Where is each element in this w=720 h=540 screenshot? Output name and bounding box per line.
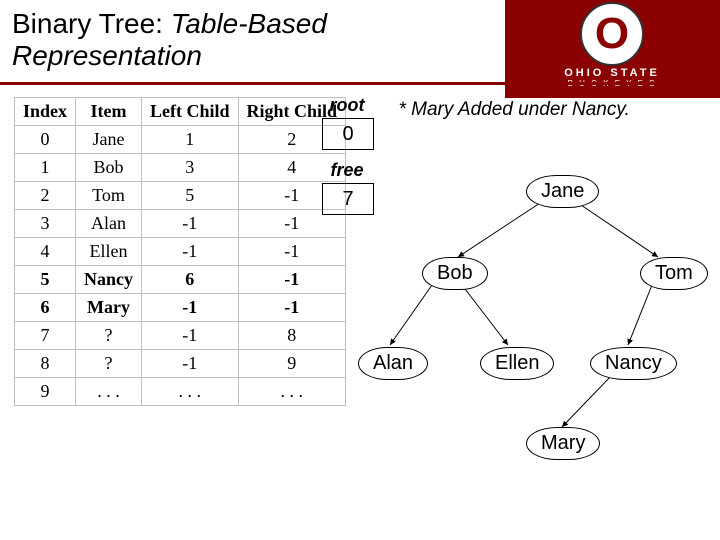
table-cell: Ellen (76, 238, 142, 266)
title-plain: Binary Tree: (12, 8, 171, 39)
table-cell: Bob (76, 154, 142, 182)
table-row: 4Ellen-1-1 (15, 238, 346, 266)
table-row: 1Bob34 (15, 154, 346, 182)
tree-node-bob: Bob (422, 257, 488, 290)
table-cell: -1 (238, 266, 346, 294)
slide-title: Binary Tree: Table-Based Representation (12, 8, 708, 72)
slide-content: Index Item Left Child Right Child 0Jane1… (0, 85, 720, 418)
table-cell: -1 (142, 322, 239, 350)
table-cell: . . . (76, 378, 142, 406)
table-row: 0Jane12 (15, 126, 346, 154)
table-row: 8?-19 (15, 350, 346, 378)
table-cell: 1 (142, 126, 239, 154)
table-cell: 2 (15, 182, 76, 210)
table-cell: 7 (15, 322, 76, 350)
tree-edges (340, 165, 720, 525)
table-cell: ? (76, 322, 142, 350)
table-cell: -1 (142, 210, 239, 238)
table-cell: ? (76, 350, 142, 378)
table-cell: 9 (238, 350, 346, 378)
table-row: 5Nancy6-1 (15, 266, 346, 294)
slide-title-bar: Binary Tree: Table-Based Representation (0, 0, 720, 85)
table-cell: 1 (15, 154, 76, 182)
tree-table: Index Item Left Child Right Child 0Jane1… (14, 97, 346, 406)
table-cell: 3 (15, 210, 76, 238)
table-cell: Nancy (76, 266, 142, 294)
tree-node-mary: Mary (526, 427, 600, 460)
table-cell: . . . (142, 378, 239, 406)
table-row: 3Alan-1-1 (15, 210, 346, 238)
table-cell: Tom (76, 182, 142, 210)
tree-diagram: Jane Bob Tom Alan Ellen Nancy Mary (340, 165, 720, 525)
table-cell: -1 (142, 350, 239, 378)
table-cell: 6 (15, 294, 76, 322)
table-cell: 5 (15, 266, 76, 294)
table-cell: 9 (15, 378, 76, 406)
table-cell: -1 (238, 294, 346, 322)
note-text: * Mary Added under Nancy. (398, 95, 629, 121)
col-item: Item (76, 98, 142, 126)
table-row: 7?-18 (15, 322, 346, 350)
table-cell: 8 (238, 322, 346, 350)
title-line2: Representation (12, 40, 202, 71)
table-cell: Jane (76, 126, 142, 154)
table-cell: 6 (142, 266, 239, 294)
table-cell: . . . (238, 378, 346, 406)
table-row: 6Mary-1-1 (15, 294, 346, 322)
tree-node-jane: Jane (526, 175, 599, 208)
table-cell: -1 (142, 238, 239, 266)
tree-node-nancy: Nancy (590, 347, 677, 380)
table-cell: -1 (238, 238, 346, 266)
root-value: 0 (322, 118, 374, 150)
table-cell: Alan (76, 210, 142, 238)
table-cell: 8 (15, 350, 76, 378)
table-cell: -1 (142, 294, 239, 322)
title-italic: Table-Based (171, 8, 327, 39)
root-pointer: root 0 (320, 95, 374, 150)
col-index: Index (15, 98, 76, 126)
table-row: 2Tom5-1 (15, 182, 346, 210)
tree-node-ellen: Ellen (480, 347, 554, 380)
table-cell: Mary (76, 294, 142, 322)
table-cell: 5 (142, 182, 239, 210)
table-cell: 4 (15, 238, 76, 266)
table-cell: 0 (15, 126, 76, 154)
table-row: 9. . .. . .. . . (15, 378, 346, 406)
root-label: root (320, 95, 374, 116)
table-cell: 3 (142, 154, 239, 182)
col-left: Left Child (142, 98, 239, 126)
tree-node-alan: Alan (358, 347, 428, 380)
tree-node-tom: Tom (640, 257, 708, 290)
